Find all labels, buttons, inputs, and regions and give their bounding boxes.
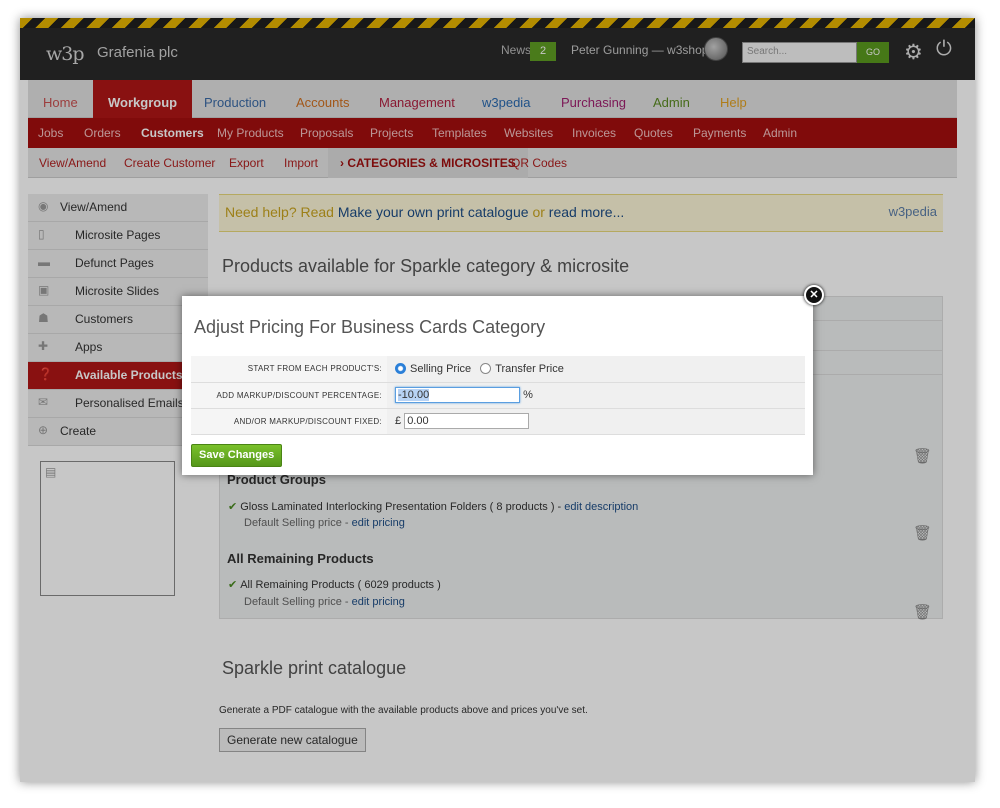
start-from-label: START FROM EACH PRODUCT'S:: [191, 356, 387, 383]
close-icon[interactable]: ✕: [804, 285, 824, 305]
percentage-label: ADD MARKUP/DISCOUNT PERCENTAGE:: [191, 382, 387, 409]
pricing-form: START FROM EACH PRODUCT'S: Selling Price…: [191, 356, 805, 435]
percent-sign: %: [523, 388, 533, 401]
fixed-label: AND/OR MARKUP/DISCOUNT FIXED:: [191, 408, 387, 435]
fixed-amount-input[interactable]: 0.00: [404, 413, 530, 429]
modal-title: Adjust Pricing For Business Cards Catego…: [194, 317, 546, 337]
selling-price-radio[interactable]: [395, 362, 406, 374]
app-window: w3p Grafenia plc News 2 Peter Gunning — …: [20, 18, 975, 782]
pricing-modal: ✕ Adjust Pricing For Business Cards Cate…: [182, 285, 824, 475]
form-row: START FROM EACH PRODUCT'S: Selling Price…: [191, 356, 805, 383]
percentage-input[interactable]: -10.00: [395, 387, 520, 403]
transfer-price-label[interactable]: Transfer Price: [495, 363, 564, 375]
form-row: ADD MARKUP/DISCOUNT PERCENTAGE: -10.00 %: [191, 382, 805, 409]
form-row: AND/OR MARKUP/DISCOUNT FIXED: £ 0.00: [191, 408, 805, 435]
currency-symbol: £: [395, 414, 402, 427]
transfer-price-radio[interactable]: [480, 362, 492, 374]
save-changes-button[interactable]: Save Changes: [191, 444, 283, 467]
selling-price-label[interactable]: Selling Price: [410, 363, 471, 375]
